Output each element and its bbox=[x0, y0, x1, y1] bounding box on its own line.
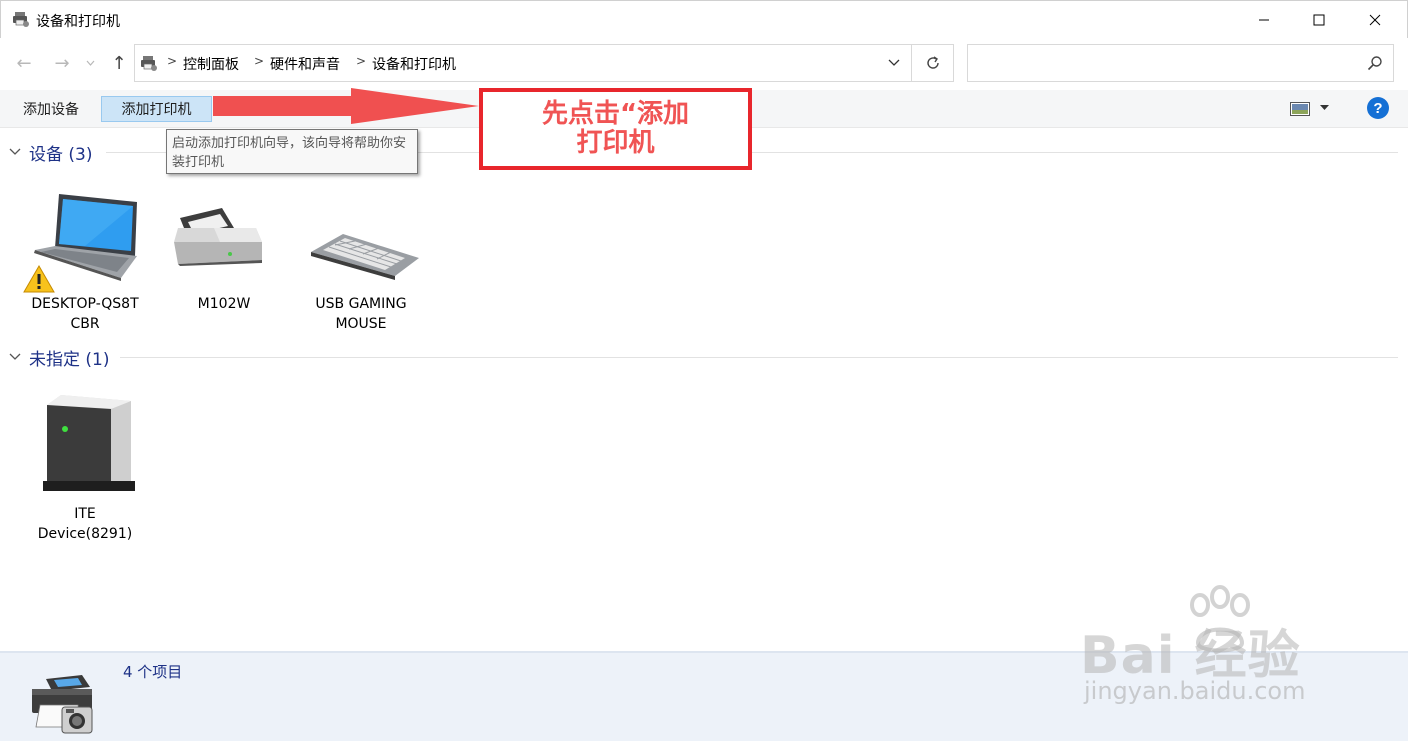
group-title: 设备 (3) bbox=[29, 144, 93, 165]
group-header-unspecified[interactable]: 未指定 (1) bbox=[8, 345, 110, 370]
device-label: DESKTOP-QS8T CBR bbox=[31, 296, 139, 332]
devices-printers-icon bbox=[13, 12, 29, 27]
breadcrumb-separator-icon: > bbox=[356, 54, 367, 68]
search-icon bbox=[1367, 56, 1382, 71]
address-dropdown-button[interactable] bbox=[881, 51, 907, 75]
arrow-up-icon: ↑ bbox=[111, 52, 127, 74]
add-device-button[interactable]: 添加设备 bbox=[15, 96, 87, 122]
device-item-m102w[interactable]: M102W bbox=[159, 188, 289, 314]
chevron-down-icon bbox=[8, 145, 22, 159]
chevron-down-icon bbox=[8, 350, 22, 364]
annotation-text: 先点击“添加 打印机 bbox=[541, 99, 690, 158]
navigation-row: ← → ↑ > 控制面板 > 硬件和声音 > 设备和打印机 bbox=[0, 38, 1408, 90]
devices-printers-icon bbox=[141, 56, 157, 71]
search-input[interactable] bbox=[967, 44, 1394, 82]
baidu-watermark: Bai 经验 jingyan.baidu.com bbox=[1080, 585, 1400, 715]
devices-printers-large-icon bbox=[32, 675, 93, 734]
device-label: ITE Device(8291) bbox=[37, 506, 133, 542]
title-bar: 设备和打印机 bbox=[0, 0, 1408, 38]
close-icon bbox=[1369, 14, 1381, 26]
maximize-button[interactable] bbox=[1296, 1, 1342, 39]
chevron-down-icon bbox=[86, 60, 94, 66]
caret-down-icon bbox=[1320, 105, 1329, 110]
minimize-icon bbox=[1259, 19, 1269, 21]
recent-locations-button[interactable] bbox=[83, 52, 97, 74]
up-button[interactable]: ↑ bbox=[108, 52, 130, 74]
device-label: USB GAMING MOUSE bbox=[315, 296, 407, 332]
device-item-desktop[interactable]: DESKTOP-QS8T CBR bbox=[20, 188, 150, 334]
group-header-devices[interactable]: 设备 (3) bbox=[8, 140, 93, 165]
breadcrumb-separator-icon: > bbox=[167, 54, 178, 68]
watermark-url: jingyan.baidu.com bbox=[1084, 677, 1306, 705]
refresh-button[interactable] bbox=[912, 44, 954, 82]
scanner-printer-icon bbox=[174, 208, 262, 266]
view-options-dropdown[interactable] bbox=[1320, 100, 1334, 116]
annotation-arrow-icon bbox=[213, 88, 479, 124]
annotation-box: 先点击“添加 打印机 bbox=[479, 88, 752, 170]
refresh-icon bbox=[926, 56, 939, 69]
arrow-right-icon: → bbox=[54, 52, 70, 74]
group-title: 未指定 (1) bbox=[29, 349, 110, 370]
window-title: 设备和打印机 bbox=[36, 14, 120, 30]
forward-button[interactable]: → bbox=[51, 52, 73, 74]
chevron-down-icon bbox=[888, 59, 900, 66]
device-label: M102W bbox=[197, 296, 251, 312]
breadcrumb-separator-icon: > bbox=[254, 54, 265, 68]
item-count: 4 个项目 bbox=[123, 663, 183, 681]
breadcrumb-devices-printers[interactable]: 设备和打印机 bbox=[372, 54, 456, 74]
warning-icon bbox=[23, 264, 55, 293]
breadcrumb-hardware-sound[interactable]: 硬件和声音 bbox=[270, 54, 340, 74]
close-button[interactable] bbox=[1352, 1, 1398, 39]
minimize-button[interactable] bbox=[1241, 1, 1287, 39]
keyboard-icon bbox=[311, 234, 419, 280]
breadcrumb-control-panel[interactable]: 控制面板 bbox=[183, 54, 239, 74]
maximize-icon bbox=[1313, 14, 1325, 26]
device-item-usb-gaming-mouse[interactable]: USB GAMING MOUSE bbox=[296, 188, 426, 334]
device-item-ite-device[interactable]: ITE Device(8291) bbox=[20, 392, 150, 544]
generic-device-icon bbox=[43, 395, 135, 491]
group-divider bbox=[120, 357, 1398, 358]
arrow-left-icon: ← bbox=[16, 52, 32, 74]
help-icon[interactable]: ? bbox=[1367, 97, 1389, 119]
address-bar[interactable]: > 控制面板 > 硬件和声音 > 设备和打印机 bbox=[134, 44, 912, 82]
add-printer-tooltip: 启动添加打印机向导，该向导将帮助你安装打印机 bbox=[166, 129, 418, 174]
change-view-icon[interactable] bbox=[1290, 102, 1310, 116]
back-button[interactable]: ← bbox=[13, 52, 35, 74]
add-printer-button[interactable]: 添加打印机 bbox=[101, 96, 212, 122]
